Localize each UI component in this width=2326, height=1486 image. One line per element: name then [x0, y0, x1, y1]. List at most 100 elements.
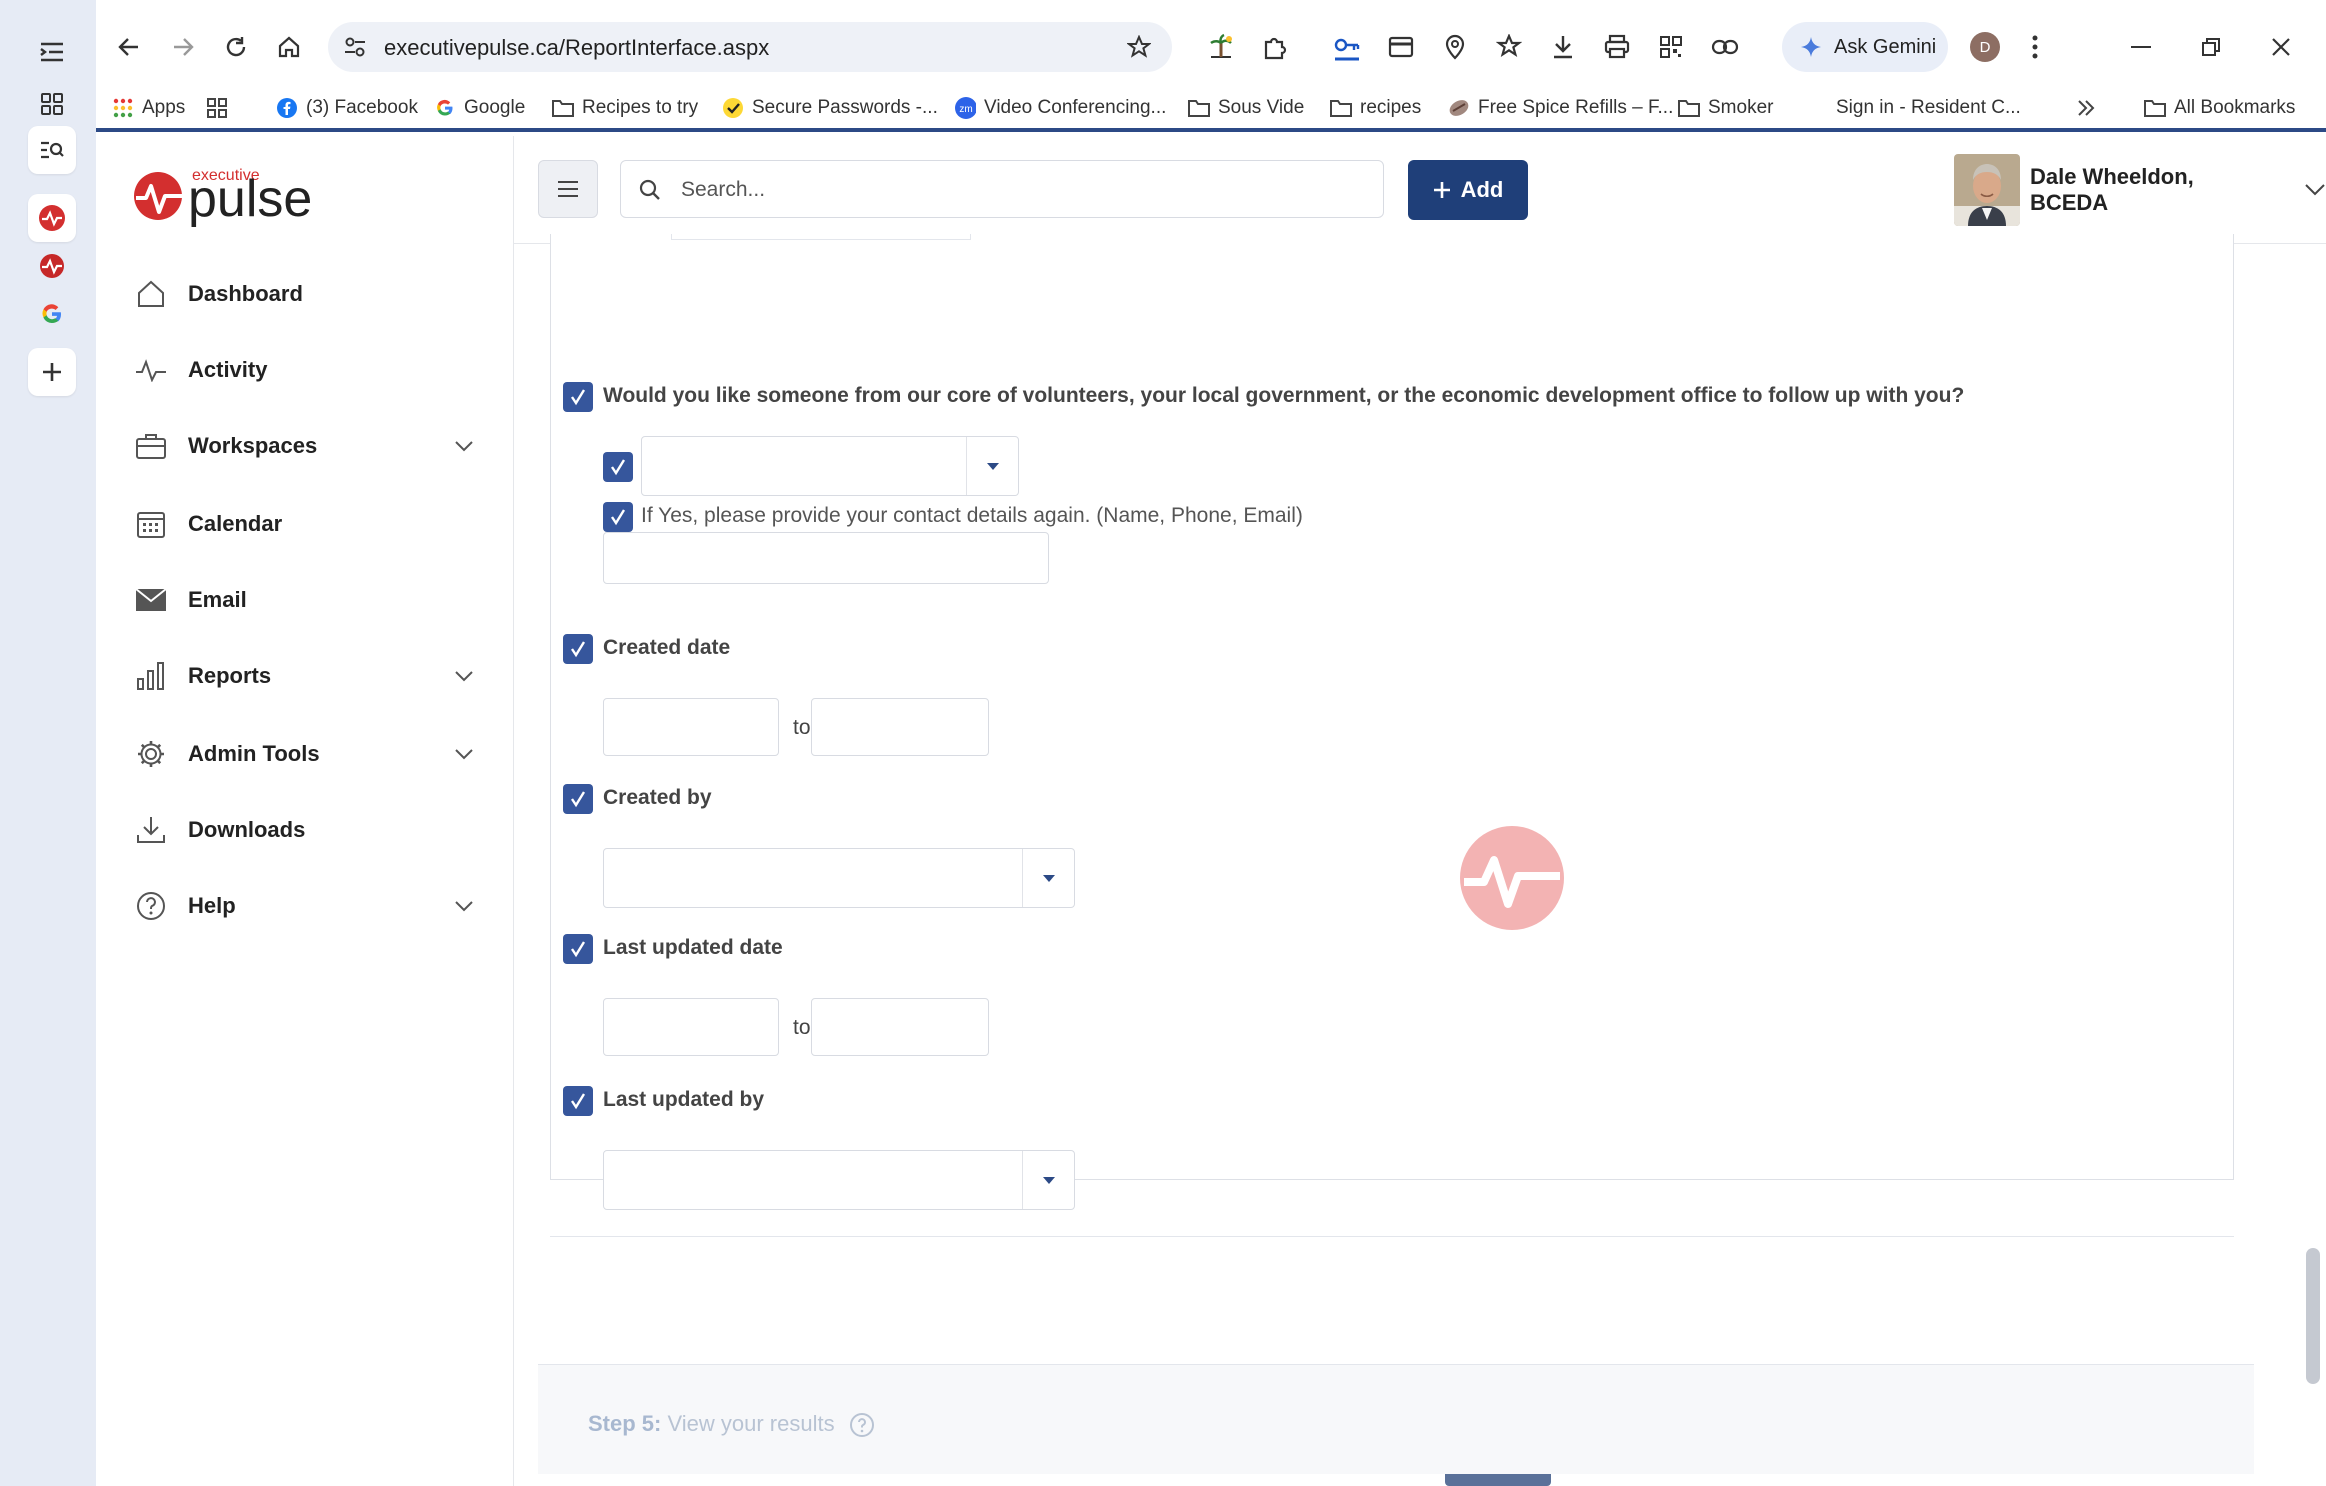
bookmark-apps[interactable]: Apps [112, 94, 185, 122]
bookmark-smoker[interactable]: Smoker [1678, 94, 1773, 122]
dropdown-caret-icon [1022, 849, 1074, 907]
bookmark-secure-passwords[interactable]: Secure Passwords -... [722, 94, 938, 122]
contact-details-input[interactable] [603, 532, 1049, 584]
bookmark-google[interactable]: Google [434, 94, 525, 122]
nav-dashboard[interactable]: Dashboard [132, 266, 482, 322]
dropdown-caret-icon [1022, 1151, 1074, 1209]
bookmark-recipes[interactable]: recipes [1330, 94, 1421, 122]
check-icon [571, 389, 586, 406]
extensions-puzzle-icon[interactable] [1260, 32, 1290, 62]
bookmark-all-bookmarks[interactable]: All Bookmarks [2144, 94, 2295, 122]
extension-island-icon[interactable] [1206, 32, 1236, 62]
tab-google-icon[interactable] [28, 290, 76, 338]
restore-icon[interactable] [2196, 32, 2226, 62]
tab-executivepulse-icon[interactable] [28, 194, 76, 242]
link-icon[interactable] [1710, 32, 1740, 62]
chevron-down-icon[interactable] [452, 434, 476, 458]
folder-icon [1678, 97, 1700, 119]
browser-profile-avatar[interactable]: D [1970, 32, 2000, 62]
print-icon[interactable] [1602, 32, 1632, 62]
created-date-label: Created date [603, 636, 731, 659]
created-by-dropdown[interactable] [603, 848, 1075, 908]
nav-calendar[interactable]: Calendar [132, 496, 482, 552]
add-button[interactable]: Add [1408, 160, 1528, 220]
tab-grid-icon[interactable] [28, 80, 76, 128]
url-text[interactable]: executivepulse.ca/ReportInterface.aspx [384, 35, 769, 61]
site-settings-icon[interactable] [340, 32, 370, 62]
bookmark-grid[interactable] [206, 94, 228, 122]
bookmark-label: Recipes to try [582, 97, 699, 118]
user-name: Dale Wheeldon, BCEDA [2029, 164, 2194, 215]
followup-answer-dropdown[interactable] [641, 436, 1019, 496]
gemini-sparkle-icon [1801, 37, 1821, 57]
help-circle-icon[interactable] [849, 1412, 875, 1438]
created-date-checkbox[interactable] [563, 634, 593, 664]
nav-workspaces[interactable]: Workspaces [132, 418, 482, 474]
nav-label: Reports [188, 663, 272, 688]
qr-code-icon[interactable] [1656, 32, 1686, 62]
bookmark-recipes-to-try[interactable]: Recipes to try [552, 94, 698, 122]
search-input[interactable] [681, 175, 1361, 205]
chevron-down-icon[interactable] [452, 894, 476, 918]
bookmark-label: Apps [142, 97, 186, 118]
nav-admin-tools[interactable]: Admin Tools [132, 726, 482, 782]
more-bookmarks-icon[interactable] [2076, 94, 2096, 122]
tab-executivepulse-icon[interactable] [28, 242, 76, 290]
bookmark-free-spice-refills[interactable]: Free Spice Refills – F... [1448, 94, 1673, 122]
check-icon [571, 641, 586, 658]
minimize-icon[interactable] [2126, 32, 2156, 62]
user-menu[interactable]: Dale Wheeldon, BCEDA [1954, 154, 2326, 226]
followup-checkbox[interactable] [563, 382, 593, 412]
download-icon[interactable] [1548, 32, 1578, 62]
address-bar[interactable]: executivepulse.ca/ReportInterface.aspx [328, 22, 1172, 72]
nav-reports[interactable]: Reports [132, 648, 482, 704]
ask-gemini-button[interactable]: Ask Gemini [1782, 22, 1948, 72]
forward-icon[interactable] [168, 32, 198, 62]
browser-menu-icon[interactable] [2020, 32, 2050, 62]
bookmark-sign-in-resident[interactable]: Sign in - Resident C... [1806, 94, 2021, 122]
executive-pulse-logo[interactable]: executive pulse [132, 154, 342, 234]
created-by-checkbox[interactable] [563, 784, 593, 814]
chevron-down-icon[interactable] [452, 742, 476, 766]
favorites-icon[interactable] [1494, 32, 1524, 62]
bookmark-label: All Bookmarks [2174, 97, 2296, 118]
bookmark-star-icon[interactable] [1124, 32, 1154, 62]
password-key-icon[interactable] [1332, 32, 1362, 62]
nav-label: Activity [188, 357, 268, 382]
nav-help[interactable]: Help [132, 878, 482, 934]
bookmark-sous-vide[interactable]: Sous Vide [1188, 94, 1304, 122]
last-updated-date-from-input[interactable] [603, 998, 779, 1056]
tab-search-icon[interactable] [28, 126, 76, 174]
followup-answer-checkbox[interactable] [603, 452, 633, 482]
last-updated-date-checkbox[interactable] [563, 934, 593, 964]
folder-icon [552, 97, 574, 119]
close-window-icon[interactable] [2266, 32, 2296, 62]
last-updated-by-checkbox[interactable] [563, 1086, 593, 1116]
nav-label: Admin Tools [188, 741, 320, 766]
bookmark-facebook[interactable]: (3) Facebook [276, 94, 418, 122]
reload-icon[interactable] [221, 32, 251, 62]
step-5-header[interactable]: Step 5: View your results [538, 1364, 2254, 1474]
collapse-tabs-icon[interactable] [28, 28, 76, 76]
followup-question-label: Would you like someone from our core of … [603, 384, 1965, 407]
location-pin-icon[interactable] [1440, 32, 1470, 62]
created-date-from-input[interactable] [603, 698, 779, 756]
nav-downloads[interactable]: Downloads [132, 802, 482, 858]
last-updated-by-dropdown[interactable] [603, 1150, 1075, 1210]
page-scrollbar-thumb[interactable] [2306, 1248, 2320, 1384]
menu-toggle-button[interactable] [538, 160, 598, 218]
payment-card-icon[interactable] [1386, 32, 1416, 62]
search-icon [639, 179, 660, 200]
contact-details-checkbox[interactable] [603, 502, 633, 532]
new-tab-icon[interactable] [28, 348, 76, 396]
nav-activity[interactable]: Activity [132, 342, 482, 398]
bookmark-video-conferencing[interactable]: zm Video Conferencing... [954, 94, 1166, 122]
created-date-to-input[interactable] [811, 698, 989, 756]
nav-email[interactable]: Email [132, 572, 482, 628]
home-icon[interactable] [274, 32, 304, 62]
back-icon[interactable] [114, 32, 144, 62]
google-icon [434, 97, 456, 119]
chevron-down-icon[interactable] [452, 664, 476, 688]
contact-details-label: If Yes, please provide your contact deta… [641, 504, 1303, 527]
last-updated-date-to-input[interactable] [811, 998, 989, 1056]
